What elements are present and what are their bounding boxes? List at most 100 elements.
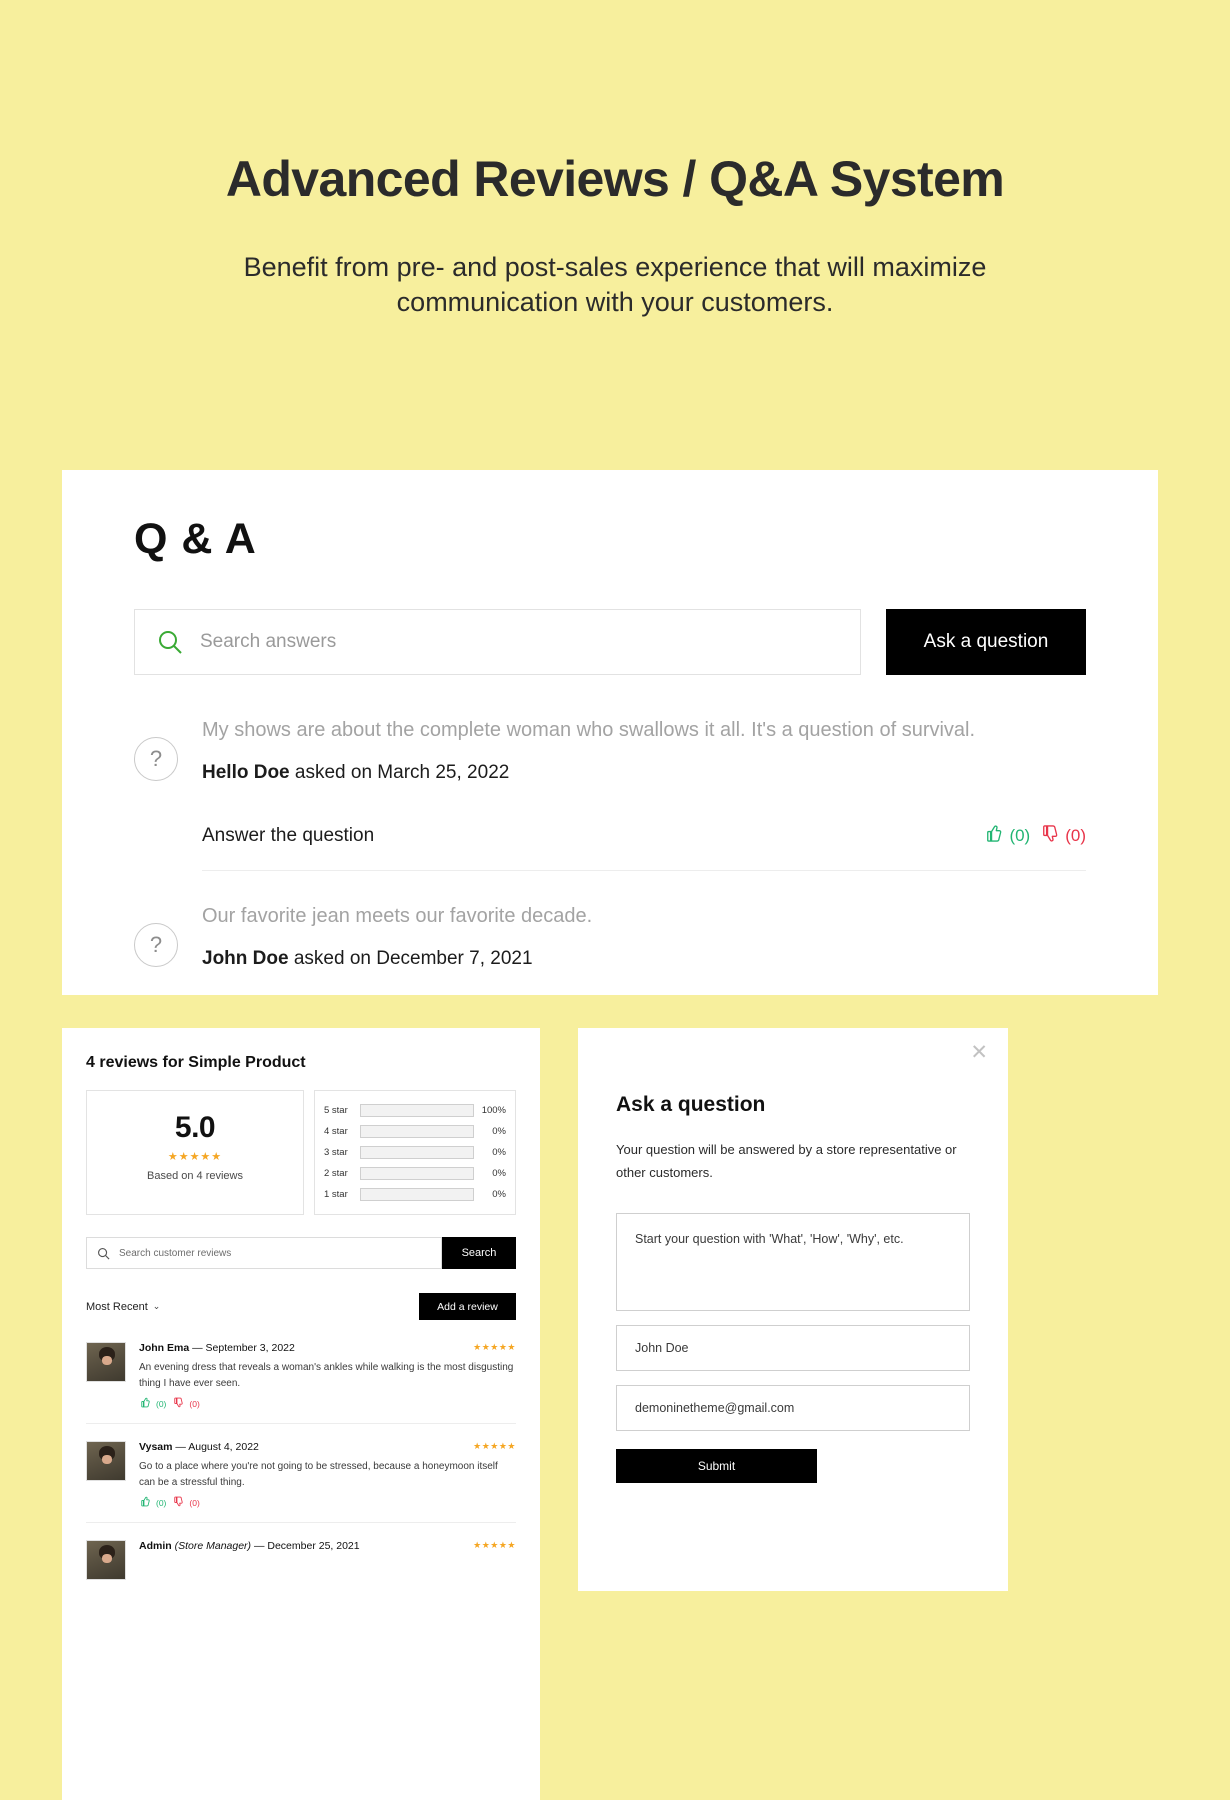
rating-bar-row[interactable]: 3 star 0% (324, 1142, 506, 1163)
email-field[interactable]: demoninetheme@gmail.com (616, 1384, 970, 1431)
rating-stars: ★★★★★ (167, 1151, 223, 1163)
thumbs-up-count: (0) (156, 1398, 167, 1409)
qa-question-date: asked on December 7, 2021 (288, 948, 533, 969)
ask-question-modal: ✕ Ask a question Your question will be a… (578, 1028, 1008, 1591)
rating-bar-label: 4 star (324, 1126, 348, 1137)
rating-bar-label: 2 star (324, 1168, 348, 1179)
thumbs-down-icon[interactable] (172, 1496, 184, 1509)
review-stars: ★★★★★ (473, 1540, 516, 1550)
rating-bar-label: 1 star (324, 1189, 348, 1200)
review-item: Admin (Store Manager) — December 25, 202… (86, 1540, 516, 1593)
qa-vote-group: (0) (0) (983, 824, 1086, 848)
rating-bar-row[interactable]: 1 star 0% (324, 1184, 506, 1205)
thumbs-down-count: (0) (1065, 826, 1086, 845)
review-date: — September 3, 2022 (192, 1342, 295, 1354)
qa-question-date: asked on March 25, 2022 (289, 762, 510, 783)
question-textarea[interactable]: Start your question with 'What', 'How', … (616, 1212, 970, 1311)
reviews-sort-label: Most Recent (86, 1300, 148, 1313)
review-date: — December 25, 2021 (253, 1540, 360, 1552)
question-mark-icon: ? (134, 923, 178, 967)
review-date: — August 4, 2022 (175, 1441, 259, 1453)
reviews-search-placeholder: Search customer reviews (119, 1247, 232, 1259)
rating-bar-label: 3 star (324, 1147, 348, 1158)
search-icon (97, 1247, 110, 1260)
rating-bar-track (360, 1167, 474, 1180)
chevron-down-icon: ⌄ (152, 1301, 161, 1311)
thumbs-down-icon (1039, 824, 1058, 848)
review-item: John Ema — September 3, 2022 ★★★★★ An ev… (86, 1342, 516, 1424)
page-subtitle: Benefit from pre- and post-sales experie… (243, 252, 987, 317)
qa-question-text: Our favorite jean meets our favorite dec… (202, 905, 593, 927)
qa-search-input[interactable]: Search answers (134, 609, 861, 675)
name-field[interactable]: John Doe (616, 1324, 970, 1371)
rating-bar-label: 5 star (324, 1105, 348, 1116)
thumbs-down-count: (0) (189, 1497, 200, 1508)
reviews-search-button[interactable]: Search (442, 1237, 516, 1269)
question-mark-icon: ? (134, 737, 178, 781)
qa-search-row: Search answers Ask a question (134, 609, 1086, 675)
qa-actions-row: Answer the question (0) (0) (202, 824, 1086, 871)
reviews-sort-dropdown[interactable]: Most Recent ⌄ (86, 1301, 160, 1313)
thumbs-down-button[interactable]: (0) (1039, 824, 1086, 848)
reviews-title: 4 reviews for Simple Product (86, 1054, 306, 1071)
add-a-review-button[interactable]: Add a review (419, 1293, 516, 1320)
qa-search-placeholder: Search answers (200, 631, 337, 652)
review-text: An evening dress that reveals a woman's … (139, 1362, 514, 1389)
review-vote-group: (0) (0) (139, 1496, 516, 1509)
reviews-panel: 4 reviews for Simple Product 5.0 ★★★★★ B… (62, 1028, 540, 1800)
rating-score-value: 5.0 (174, 1111, 216, 1144)
rating-bar-track (360, 1125, 474, 1138)
thumbs-up-button[interactable]: (0) (983, 824, 1030, 848)
rating-bar-track (360, 1104, 474, 1117)
review-author-role: (Store Manager) (174, 1540, 252, 1552)
reviews-list: John Ema — September 3, 2022 ★★★★★ An ev… (86, 1342, 516, 1593)
answer-the-question-link[interactable]: Answer the question (202, 825, 374, 847)
qa-question-text: My shows are about the complete woman wh… (202, 719, 976, 741)
rating-bar-row[interactable]: 4 star 0% (324, 1121, 506, 1142)
qa-panel: Q & A Search answers Ask a question ? My… (62, 470, 1158, 995)
close-icon[interactable]: ✕ (970, 1042, 988, 1063)
rating-distribution: 5 star 100% 4 star 0% 3 star 0% 2 star 0… (314, 1090, 516, 1215)
rating-bar-row[interactable]: 5 star 100% (324, 1100, 506, 1121)
thumbs-up-icon[interactable] (139, 1397, 150, 1410)
rating-bar-pct: 0% (492, 1168, 506, 1179)
rating-bar-pct: 0% (492, 1189, 506, 1200)
ask-a-question-button[interactable]: Ask a question (886, 609, 1086, 675)
reviews-summary: 5.0 ★★★★★ Based on 4 reviews 5 star 100%… (86, 1090, 516, 1215)
rating-based-on: Based on 4 reviews (147, 1170, 243, 1182)
hero-section: Advanced Reviews / Q&A System Benefit fr… (0, 0, 1230, 319)
submit-button[interactable]: Submit (616, 1448, 817, 1483)
thumbs-up-count: (0) (1009, 826, 1031, 845)
qa-list: ? My shows are about the complete woman … (134, 715, 1086, 995)
rating-bar-track (360, 1146, 474, 1159)
qa-question-author: John Doe (202, 948, 289, 969)
rating-bar-row[interactable]: 2 star 0% (324, 1163, 506, 1184)
qa-heading: Q & A (134, 515, 257, 563)
review-author: Vysam (139, 1441, 173, 1453)
thumbs-up-count: (0) (156, 1497, 167, 1508)
rating-score-box: 5.0 ★★★★★ Based on 4 reviews (86, 1090, 304, 1215)
review-author-line: Admin (Store Manager) — December 25, 202… (139, 1540, 360, 1552)
modal-description: Your question will be answered by a stor… (616, 1142, 957, 1180)
review-item: Vysam — August 4, 2022 ★★★★★ Go to a pla… (86, 1441, 516, 1523)
avatar (86, 1540, 126, 1580)
review-text: Go to a place where you're not going to … (139, 1461, 498, 1488)
rating-bar-track (360, 1188, 474, 1201)
qa-item: ? Our favorite jean meets our favorite d… (134, 901, 1086, 970)
rating-bar-pct: 100% (481, 1105, 506, 1116)
reviews-search-input[interactable]: Search customer reviews (86, 1237, 442, 1269)
search-icon (157, 629, 183, 655)
review-author-line: Vysam — August 4, 2022 (139, 1441, 259, 1453)
qa-item: ? My shows are about the complete woman … (134, 715, 1086, 871)
avatar (86, 1342, 126, 1382)
thumbs-down-icon[interactable] (172, 1397, 184, 1410)
page-title: Advanced Reviews / Q&A System (225, 151, 1005, 207)
review-vote-group: (0) (0) (139, 1397, 516, 1410)
review-author: Admin (139, 1540, 172, 1552)
review-author: John Ema (139, 1342, 190, 1354)
reviews-sort-row: Most Recent ⌄ Add a review (86, 1293, 516, 1320)
reviews-search-row: Search customer reviews Search (86, 1237, 516, 1269)
rating-bar-pct: 0% (492, 1147, 506, 1158)
thumbs-up-icon[interactable] (139, 1496, 150, 1509)
avatar (86, 1441, 126, 1481)
